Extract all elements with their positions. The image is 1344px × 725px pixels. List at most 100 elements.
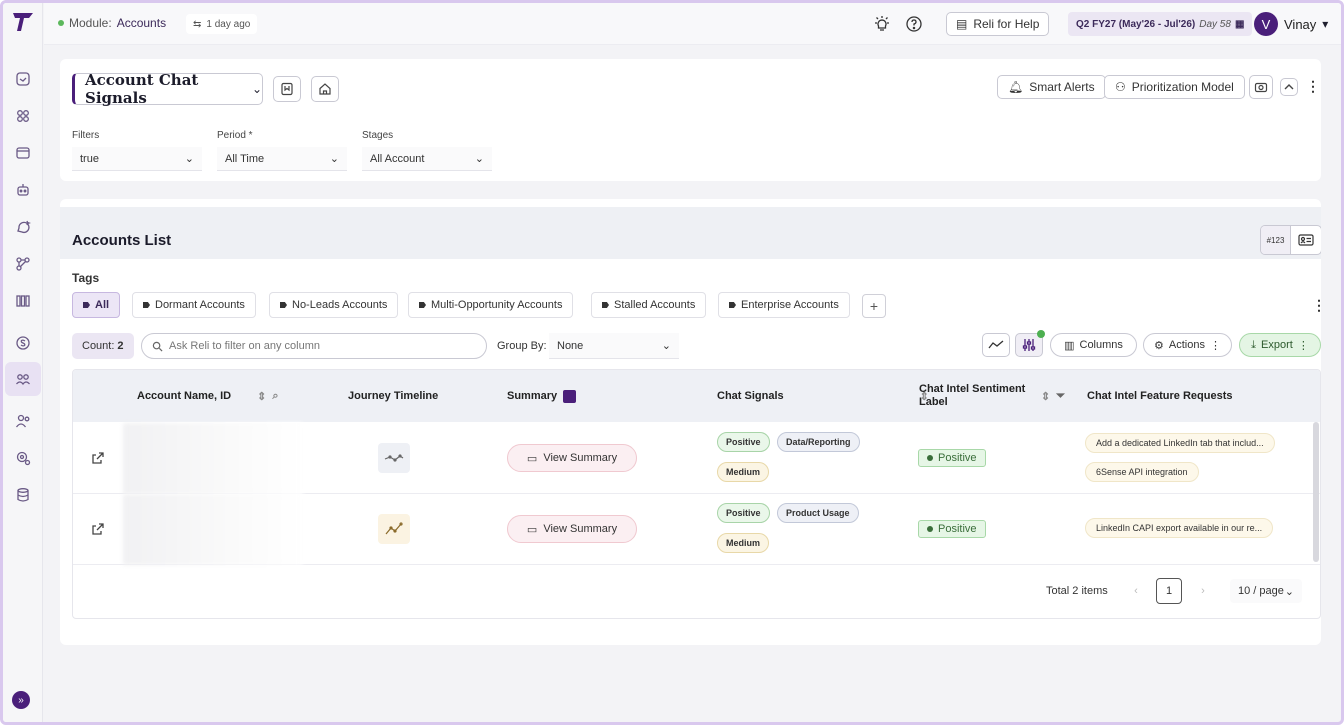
contacts-icon[interactable] (12, 410, 34, 432)
screenshot-button[interactable] (1249, 75, 1273, 99)
dashboard-icon[interactable] (12, 142, 34, 164)
bookmark-button[interactable] (273, 76, 301, 102)
more-icon: ⋮ (1209, 339, 1221, 352)
app-logo[interactable] (12, 12, 34, 32)
table-scrollbar[interactable] (1313, 422, 1319, 562)
table-row[interactable]: ▭ View Summary Positive Data/Reporting M… (73, 423, 1320, 494)
help-icon[interactable] (904, 14, 924, 34)
collapse-button[interactable] (1280, 78, 1298, 96)
tag-no-leads-accounts[interactable]: No-Leads Accounts (269, 292, 399, 318)
view-selector[interactable]: Account Chat Signals ⌄ (72, 71, 263, 107)
search-placeholder: Ask Reli to filter on any column (169, 340, 321, 352)
reli-for-help-button[interactable]: ▤ Reli for Help (946, 12, 1050, 36)
sentiment-label: Positive (938, 452, 977, 464)
signal-chip: Medium (717, 533, 770, 553)
theme-toggle-icon[interactable] (872, 14, 892, 34)
inbox-icon[interactable] (12, 68, 34, 90)
bot-icon[interactable] (12, 179, 34, 201)
open-external-icon[interactable] (91, 451, 105, 465)
home-icon (319, 83, 331, 95)
numeric-view-button[interactable]: #123 (1261, 226, 1291, 254)
flow-icon[interactable] (12, 253, 34, 275)
stages-value: All Account (370, 152, 425, 165)
next-page-button[interactable]: › (1190, 578, 1216, 604)
actions-label: Actions (1168, 339, 1205, 351)
card-view-button[interactable] (1291, 226, 1321, 254)
filters-value: true (80, 152, 99, 165)
grid-icon[interactable] (12, 105, 34, 127)
journey-timeline-button[interactable] (378, 514, 410, 544)
sort-icon[interactable]: ⇕ (257, 390, 266, 403)
summary-card-icon: ▭ (526, 523, 538, 536)
prev-page-button[interactable]: ‹ (1123, 578, 1149, 604)
tag-enterprise-accounts[interactable]: Enterprise Accounts (718, 292, 850, 318)
period-select[interactable]: All Time ⌄ (217, 147, 347, 171)
search-icon (152, 341, 163, 352)
column-header-label: Chat Intel Feature Requests (1087, 390, 1233, 402)
smart-alerts-label: Smart Alerts (1029, 80, 1095, 94)
tag-multi-opportunity-accounts[interactable]: Multi-Opportunity Accounts (408, 292, 574, 318)
column-header-sentiment[interactable]: Chat Intel Sentiment Label ⇕ ⏷ (919, 370, 1069, 422)
tag-icon (419, 302, 426, 308)
trend-line-icon (988, 340, 1004, 349)
search-input[interactable]: Ask Reli to filter on any column (141, 333, 487, 359)
ai-sparkle-icon (563, 389, 577, 403)
add-tag-button[interactable]: + (862, 294, 886, 318)
open-external-icon[interactable] (91, 522, 105, 536)
prioritization-model-button[interactable]: ⚇ Prioritization Model (1104, 75, 1245, 99)
settings-users-icon[interactable] (12, 447, 34, 469)
page-number-button[interactable]: 1 (1156, 578, 1182, 604)
avatar: V (1254, 12, 1278, 36)
database-icon[interactable] (12, 484, 34, 506)
columns-chart-icon[interactable] (12, 290, 34, 312)
filters-select[interactable]: true ⌄ (72, 147, 202, 171)
active-filter-indicator (1037, 330, 1045, 338)
journey-timeline-button[interactable] (378, 443, 410, 473)
search-icon[interactable]: ⌕ (272, 390, 278, 403)
column-header-feature-requests: Chat Intel Feature Requests (1087, 370, 1232, 422)
group-by-value: None (557, 339, 584, 352)
stages-select[interactable]: All Account ⌄ (362, 147, 492, 171)
columns-icon: ▥ (1064, 339, 1075, 352)
actions-button[interactable]: ⚙ Actions ⋮ (1143, 333, 1232, 357)
filters-label: Filters (72, 130, 100, 141)
filter-funnel-icon[interactable]: ⏷ (1056, 390, 1065, 403)
page-size-select[interactable]: 10 / page ⌄ (1230, 579, 1302, 603)
chat-sparkle-icon[interactable] (12, 216, 34, 238)
view-summary-button[interactable]: ▭ View Summary (507, 515, 637, 543)
expand-sidebar-icon[interactable]: » (12, 691, 30, 709)
trend-button[interactable] (982, 333, 1010, 357)
feature-request-chip: 6Sense API integration (1085, 462, 1199, 482)
calendar-icon: ▦ (1234, 18, 1245, 30)
dollar-icon[interactable] (12, 332, 34, 354)
accounts-icon[interactable] (5, 362, 41, 396)
view-summary-button[interactable]: ▭ View Summary (507, 444, 637, 472)
tag-dormant-accounts[interactable]: Dormant Accounts (132, 292, 256, 318)
feature-request-chip: Add a dedicated LinkedIn tab that includ… (1085, 433, 1275, 453)
column-header-account-name[interactable]: Account Name, ID ⇕ ⌕ (137, 370, 279, 422)
home-button[interactable] (311, 76, 339, 102)
page-title: Account Chat Signals (85, 71, 199, 107)
status-dot-icon (927, 526, 933, 532)
tag-label: No-Leads Accounts (292, 299, 388, 311)
column-header-label: Account Name, ID (137, 390, 232, 402)
tag-all[interactable]: All (72, 292, 121, 318)
sync-icon: ⇆ (193, 18, 202, 30)
quarter-selector[interactable]: Q2 FY27 (May'26 - Jul'26) Day 58 ▦ (1068, 12, 1253, 36)
tag-stalled-accounts[interactable]: Stalled Accounts (591, 292, 707, 318)
view-toggle[interactable]: #123 (1260, 225, 1321, 255)
more-options-icon[interactable]: ⋮ (1306, 78, 1320, 95)
group-by-select[interactable]: None ⌄ (549, 333, 679, 359)
user-menu[interactable]: V Vinay ▾ (1254, 12, 1328, 36)
columns-button[interactable]: ▥ Columns (1050, 333, 1137, 357)
smart-alerts-button[interactable]: 🔔︎ Smart Alerts (997, 75, 1106, 99)
export-button[interactable]: ⤓ Export ⋮ (1239, 333, 1321, 357)
tag-icon (602, 302, 609, 308)
table-row[interactable]: ▭ View Summary Positive Product Usage Me… (73, 494, 1320, 565)
count-badge: Count: 2 (72, 333, 134, 359)
sort-icon[interactable]: ⇕ (1041, 390, 1050, 403)
sentiment-badge: Positive (918, 520, 986, 538)
tags-more-icon[interactable]: ⋮ (1312, 297, 1321, 314)
section-title: Accounts List (72, 232, 172, 249)
column-header-chat-signals[interactable]: Chat Signals ⇕ (717, 370, 929, 422)
